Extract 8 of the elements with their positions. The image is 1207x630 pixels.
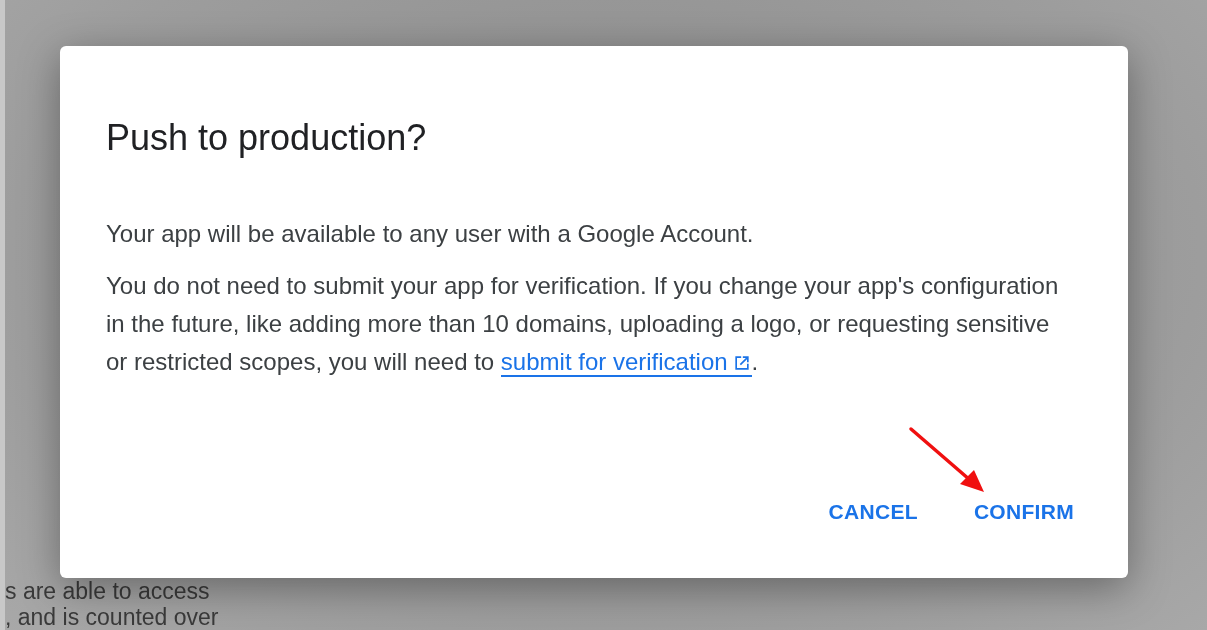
cancel-button[interactable]: CANCEL: [820, 496, 926, 528]
background-text: , and is counted over: [5, 604, 220, 630]
verification-link[interactable]: submit for verification: [500, 348, 752, 378]
dialog-title: Push to production?: [106, 116, 428, 160]
dialog-message: You do not need to submit your app for verification. If you change your app's configuration in the future, like adding more than 10 domains, uploading a logo, or requesting sensitive or restricted scopes, you will need to submit for verification .: [106, 271, 1060, 380]
confirm-button[interactable]: CONFIRM: [965, 496, 1082, 528]
dialog-message: Your app will be available to any user with a Google Account.: [106, 219, 755, 250]
background-text: s are able to access: [5, 578, 211, 604]
